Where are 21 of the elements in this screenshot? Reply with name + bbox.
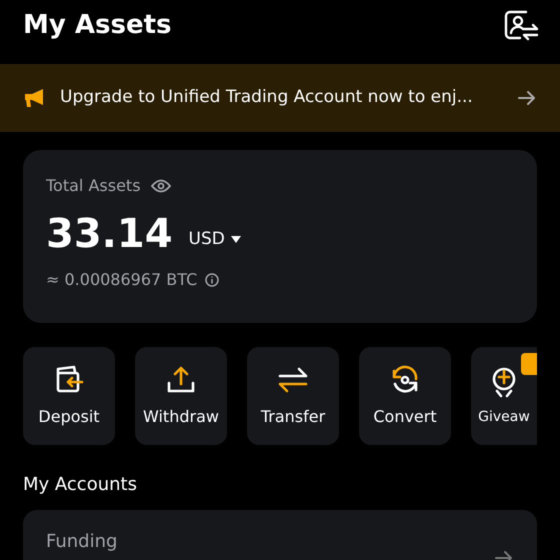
eye-icon[interactable] <box>150 179 171 193</box>
action-tile[interactable]: Convert <box>359 347 451 445</box>
page-title: My Assets <box>23 8 172 42</box>
caret-icon <box>230 236 241 243</box>
info-icon[interactable] <box>205 273 220 287</box>
total-amount: 33.14 <box>46 210 173 258</box>
btc-equivalent: ≈ 0.00086967 BTC <box>46 269 198 291</box>
account-switch-icon[interactable] <box>504 9 540 41</box>
currency-selector[interactable]: USD <box>188 226 241 252</box>
action-tile[interactable]: Withdraw <box>135 347 227 445</box>
banner-text: Upgrade to Unified Trading Account now to enj... <box>60 86 474 110</box>
announcement-banner[interactable]: Upgrade to Unified Trading Account now to enj... <box>0 64 560 132</box>
action-tile[interactable]: Transfer <box>247 347 339 445</box>
action-tile[interactable]: Deposit <box>23 347 115 445</box>
account-card[interactable]: Funding <box>23 510 537 560</box>
account-name: Funding <box>46 531 118 552</box>
total-assets-label: Total Assets <box>46 175 141 197</box>
section-title: My Accounts <box>23 473 138 497</box>
megaphone-icon <box>24 88 46 108</box>
arrow-right-icon <box>518 90 536 106</box>
action-tile[interactable]: Giveaw <box>471 347 537 445</box>
